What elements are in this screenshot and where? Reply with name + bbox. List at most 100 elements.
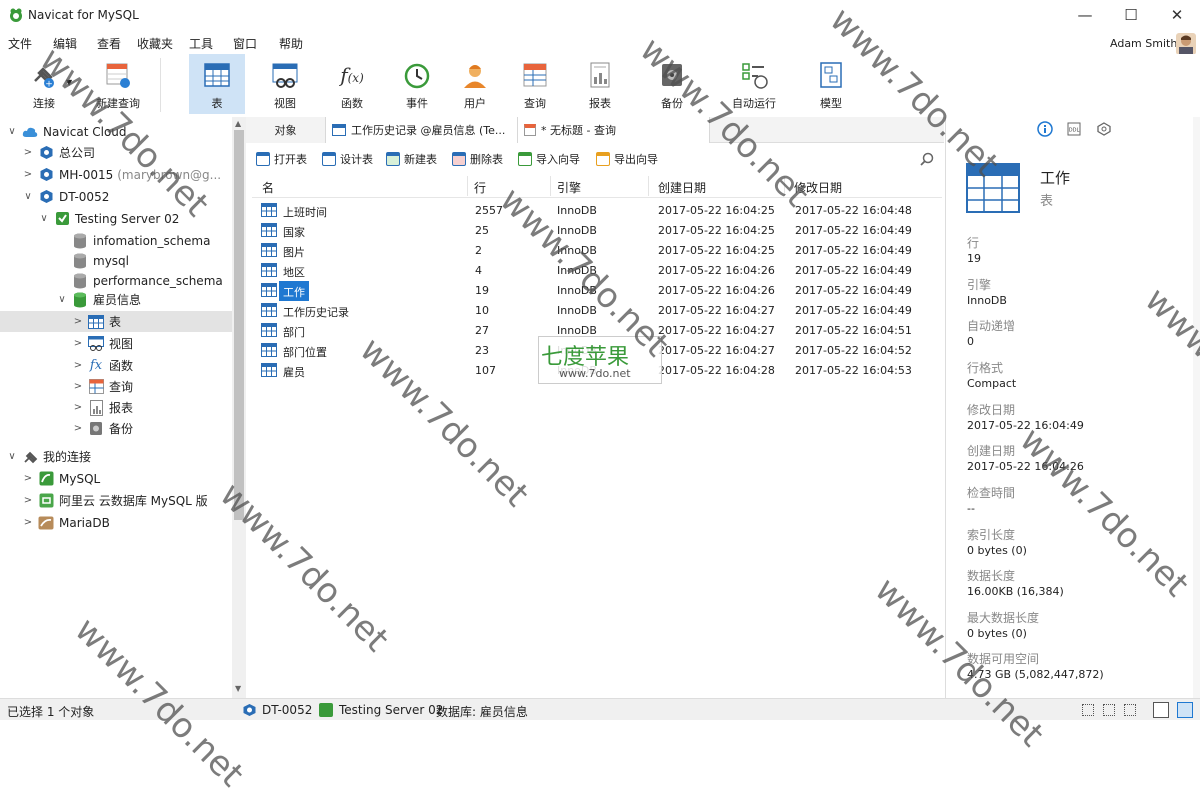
- toggle-info-panel-icon[interactable]: [1177, 702, 1193, 718]
- tab-work-history[interactable]: 工作历史记录 @雇员信息 (Te...: [326, 117, 518, 143]
- avatar[interactable]: [1176, 33, 1196, 55]
- tab-objects[interactable]: 对象: [246, 117, 326, 143]
- tree-item-mysql[interactable]: mysql: [0, 250, 232, 271]
- toggle-sidebar-icon[interactable]: [1153, 702, 1169, 718]
- chevron-right-icon[interactable]: >: [72, 338, 84, 349]
- tree-item-label: 总公司: [59, 146, 96, 160]
- modified-cell: 2017-05-22 16:04:49: [795, 244, 912, 257]
- tree-item-tables[interactable]: > 表: [0, 311, 232, 332]
- chevron-right-icon[interactable]: >: [72, 423, 84, 434]
- minimize-button[interactable]: —: [1062, 0, 1108, 30]
- tree-item-my-connections[interactable]: ∨ 我的连接: [0, 446, 232, 467]
- tab-untitled-query[interactable]: * 无标题 - 查询: [518, 117, 710, 143]
- grid-view-icon[interactable]: [1124, 704, 1136, 716]
- function-button[interactable]: f(x) 函数: [324, 54, 380, 114]
- table-button[interactable]: 表: [189, 54, 245, 114]
- tree-item-backups[interactable]: > 备份: [0, 418, 232, 439]
- table-row[interactable]: 国家 25 InnoDB 2017-05-22 16:04:25 2017-05-22 …: [252, 221, 942, 241]
- menu-file[interactable]: 文件: [8, 35, 32, 52]
- new-table-button[interactable]: 新建表: [386, 151, 437, 167]
- connection-icon: [38, 167, 54, 183]
- user-button[interactable]: 用户: [447, 54, 503, 114]
- chevron-right-icon[interactable]: >: [22, 495, 34, 506]
- menu-favorites[interactable]: 收藏夹: [137, 35, 173, 52]
- detail-label: 最大数据长度: [967, 611, 1040, 625]
- model-button[interactable]: 模型: [803, 54, 859, 114]
- search-icon[interactable]: [920, 152, 934, 166]
- menu-view[interactable]: 查看: [97, 35, 121, 52]
- column-header-created[interactable]: 创建日期: [658, 179, 706, 196]
- column-divider[interactable]: [550, 176, 551, 196]
- report-button[interactable]: 报表: [572, 54, 628, 114]
- tree-item-performance-schema[interactable]: performance_schema: [0, 270, 232, 291]
- column-divider[interactable]: [467, 176, 468, 196]
- chevron-down-icon[interactable]: ∨: [38, 213, 50, 224]
- server-icon: [54, 211, 70, 227]
- chevron-right-icon[interactable]: >: [22, 473, 34, 484]
- chevron-right-icon[interactable]: >: [22, 517, 34, 528]
- user-name[interactable]: Adam Smith: [1110, 37, 1177, 50]
- tree-item-aliyun[interactable]: > 阿里云 云数据库 MySQL 版: [0, 490, 232, 511]
- chevron-right-icon[interactable]: >: [72, 316, 84, 327]
- import-wizard-button[interactable]: 导入向导: [518, 151, 580, 167]
- table-name-cell: 雇员: [283, 366, 305, 379]
- tree-item-mariadb[interactable]: > MariaDB: [0, 512, 232, 533]
- table-name-cell: 图片: [283, 246, 305, 259]
- query-button[interactable]: 查询: [507, 54, 563, 114]
- chevron-down-icon[interactable]: ∨: [22, 191, 34, 202]
- chevron-right-icon[interactable]: >: [72, 360, 84, 371]
- table-row[interactable]: 上班时间 2557 InnoDB 2017-05-22 16:04:25 2017-05…: [252, 201, 942, 221]
- column-header-engine[interactable]: 引擎: [557, 179, 581, 196]
- chevron-down-icon[interactable]: ∨: [56, 294, 68, 305]
- tree-item-label: 查询: [109, 380, 134, 394]
- tree-item-employee-info[interactable]: ∨ 雇员信息: [0, 289, 232, 310]
- column-header-name[interactable]: 名: [262, 179, 274, 196]
- close-button[interactable]: ✕: [1154, 0, 1200, 30]
- tree-scroll-thumb[interactable]: [234, 130, 244, 520]
- tree-item-functions[interactable]: > fx 函数: [0, 355, 232, 376]
- maximize-button[interactable]: ☐: [1108, 0, 1154, 30]
- view-icon: [88, 336, 104, 352]
- rows-cell: 19: [475, 284, 489, 297]
- scroll-down-icon[interactable]: ▼: [235, 684, 241, 693]
- menu-tools[interactable]: 工具: [189, 35, 213, 52]
- dependency-icon[interactable]: [1097, 122, 1111, 136]
- tree-item-reports[interactable]: > 报表: [0, 397, 232, 418]
- details-scrollbar[interactable]: [1193, 117, 1200, 698]
- status-database: 数据库: 雇员信息: [436, 705, 528, 719]
- tree-item-information-schema[interactable]: infomation_schema: [0, 230, 232, 251]
- ddl-icon[interactable]: DDL: [1067, 122, 1081, 136]
- tree-item-views[interactable]: > 视图: [0, 333, 232, 354]
- column-divider[interactable]: [648, 176, 649, 196]
- design-table-button[interactable]: 设计表: [322, 151, 373, 167]
- chevron-right-icon[interactable]: >: [22, 147, 34, 158]
- open-table-button[interactable]: 打开表: [256, 151, 307, 167]
- info-icon[interactable]: [1037, 121, 1053, 137]
- created-cell: 2017-05-22 16:04:25: [658, 224, 775, 237]
- event-button[interactable]: 事件: [389, 54, 445, 114]
- chevron-down-icon[interactable]: ∨: [6, 451, 18, 462]
- list-view-icon[interactable]: [1082, 704, 1094, 716]
- chevron-right-icon[interactable]: >: [72, 402, 84, 413]
- scroll-up-icon[interactable]: ▲: [235, 119, 241, 128]
- detail-view-icon[interactable]: [1103, 704, 1115, 716]
- chevron-down-icon[interactable]: ∨: [6, 126, 18, 137]
- delete-table-button[interactable]: 删除表: [452, 151, 503, 167]
- export-wizard-button[interactable]: 导出向导: [596, 151, 658, 167]
- view-button[interactable]: 视图: [257, 54, 313, 114]
- table-label: 表: [211, 97, 223, 110]
- export-wizard-label: 导出向导: [614, 153, 658, 166]
- navicat-logo-icon: [10, 8, 22, 22]
- tree-item-queries[interactable]: > 查询: [0, 376, 232, 397]
- menu-window[interactable]: 窗口: [233, 35, 257, 52]
- column-header-rows[interactable]: 行: [474, 179, 486, 196]
- modified-cell: 2017-05-22 16:04:48: [795, 204, 912, 217]
- chevron-right-icon[interactable]: >: [22, 169, 34, 180]
- rows-cell: 10: [475, 304, 489, 317]
- tree-item-mysql-connection[interactable]: > MySQL: [0, 468, 232, 489]
- menu-help[interactable]: 帮助: [279, 35, 303, 52]
- function-icon: f(x): [340, 63, 364, 87]
- connection-icon: [38, 189, 54, 205]
- chevron-right-icon[interactable]: >: [72, 381, 84, 392]
- tree-item-label: mysql: [93, 253, 129, 268]
